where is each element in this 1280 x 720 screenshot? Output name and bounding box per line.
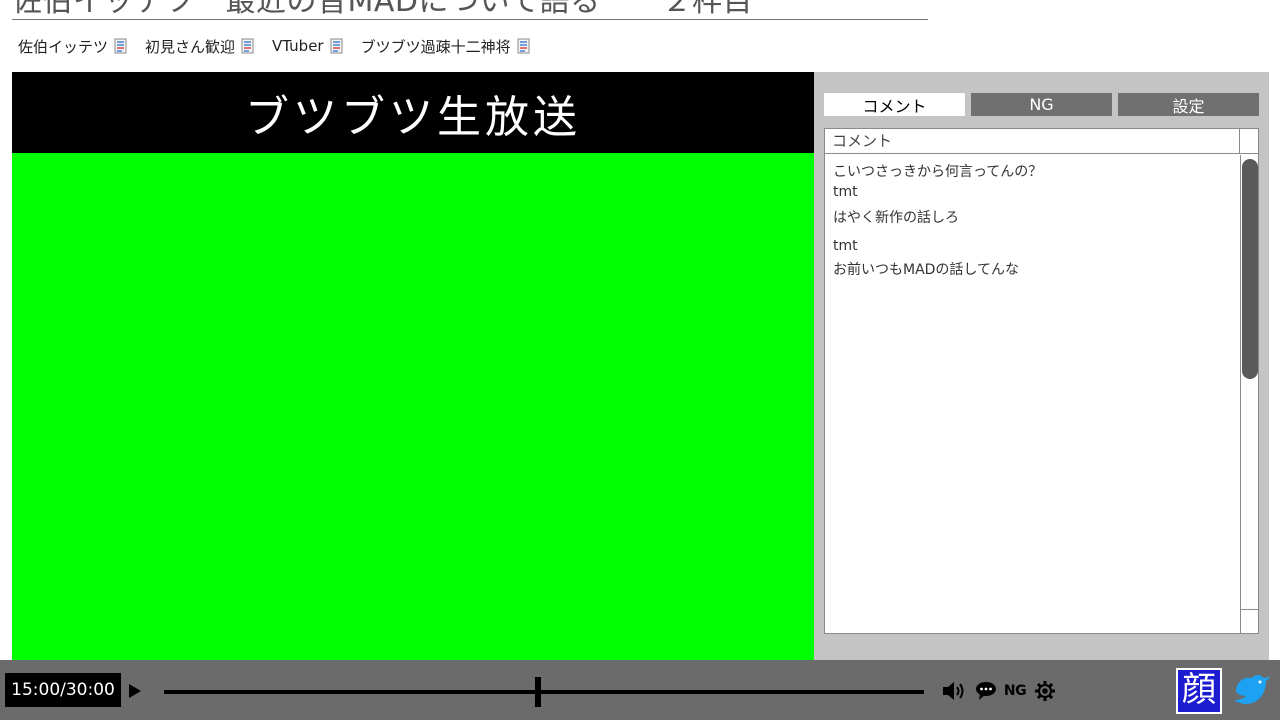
player-banner: ブツブツ生放送 bbox=[12, 72, 814, 153]
twitter-bird-icon[interactable] bbox=[1230, 668, 1274, 712]
scrollbar-thumb[interactable] bbox=[1242, 159, 1258, 379]
dictionary-icon[interactable] bbox=[330, 38, 343, 54]
seek-bar[interactable] bbox=[164, 690, 924, 694]
player-controls: 15:00/30:00 NG bbox=[0, 660, 1280, 720]
comment-user: tmt bbox=[833, 238, 858, 254]
list-item[interactable]: お前いつもMADの話してんな bbox=[825, 261, 1240, 279]
comment-text: お前いつもMADの話してんな bbox=[833, 262, 1020, 278]
seek-handle[interactable] bbox=[535, 677, 541, 707]
page-title: 佐伯イッテツ 最近の音MADについて語る ２枠目 bbox=[12, 0, 754, 19]
comment-user: tmt bbox=[833, 184, 858, 200]
tab-ng[interactable]: NG bbox=[971, 93, 1112, 116]
video-player[interactable]: ブツブツ生放送 bbox=[12, 72, 814, 660]
ng-icon[interactable]: NG bbox=[1003, 679, 1027, 703]
dictionary-icon[interactable] bbox=[241, 38, 254, 54]
comment-text: こいつさっきから何言ってんの？ bbox=[833, 164, 1043, 180]
tag-item[interactable]: ブツブツ過疎十二神将 bbox=[361, 36, 530, 57]
comment-panel: コメント NG 設定 コメント こいつさっきから何言ってんの？ tmt はやく新… bbox=[814, 72, 1269, 660]
banner-text: ブツブツ生放送 bbox=[245, 91, 581, 143]
tag-list: 佐伯イッテツ 初見さん歓迎 VTuber ブツブツ過疎十二神将 bbox=[18, 34, 530, 58]
comment-bubble-icon[interactable] bbox=[975, 679, 997, 703]
list-item[interactable]: こいつさっきから何言ってんの？ tmt bbox=[825, 163, 1240, 201]
speaker-icon[interactable] bbox=[941, 679, 967, 703]
tab-comments[interactable]: コメント bbox=[824, 93, 965, 116]
time-display: 15:00/30:00 bbox=[5, 673, 121, 707]
header-corner bbox=[1240, 129, 1258, 153]
column-header-comment[interactable]: コメント bbox=[825, 129, 1240, 153]
title-container: 佐伯イッテツ 最近の音MADについて語る ２枠目 bbox=[12, 0, 928, 20]
tag-label[interactable]: 初見さん歓迎 bbox=[145, 36, 235, 57]
play-icon[interactable] bbox=[128, 683, 142, 699]
comment-scrollbar[interactable] bbox=[1240, 155, 1258, 633]
face-button[interactable]: 顔 bbox=[1176, 668, 1222, 714]
tag-label[interactable]: ブツブツ過疎十二神将 bbox=[361, 36, 511, 57]
panel-tabs: コメント NG 設定 bbox=[824, 93, 1259, 116]
ng-label: NG bbox=[1003, 683, 1027, 699]
gear-icon[interactable] bbox=[1034, 679, 1056, 703]
comment-text: はやく新作の話しろ bbox=[833, 210, 959, 226]
comment-rows: こいつさっきから何言ってんの？ tmt はやく新作の話しろ tmt お前いつもM… bbox=[825, 155, 1240, 633]
dictionary-icon[interactable] bbox=[517, 38, 530, 54]
comment-list: コメント こいつさっきから何言ってんの？ tmt はやく新作の話しろ tmt お… bbox=[824, 128, 1259, 634]
tab-settings[interactable]: 設定 bbox=[1118, 93, 1259, 116]
scrollbar-bottom-button[interactable] bbox=[1241, 609, 1258, 633]
comment-list-header: コメント bbox=[825, 129, 1258, 154]
list-item[interactable]: はやく新作の話しろ tmt bbox=[825, 209, 1240, 255]
tag-item[interactable]: VTuber bbox=[272, 37, 343, 55]
tag-label[interactable]: 佐伯イッテツ bbox=[18, 36, 108, 57]
tag-label[interactable]: VTuber bbox=[272, 37, 324, 55]
tag-item[interactable]: 初見さん歓迎 bbox=[145, 36, 254, 57]
tag-item[interactable]: 佐伯イッテツ bbox=[18, 36, 127, 57]
dictionary-icon[interactable] bbox=[114, 38, 127, 54]
